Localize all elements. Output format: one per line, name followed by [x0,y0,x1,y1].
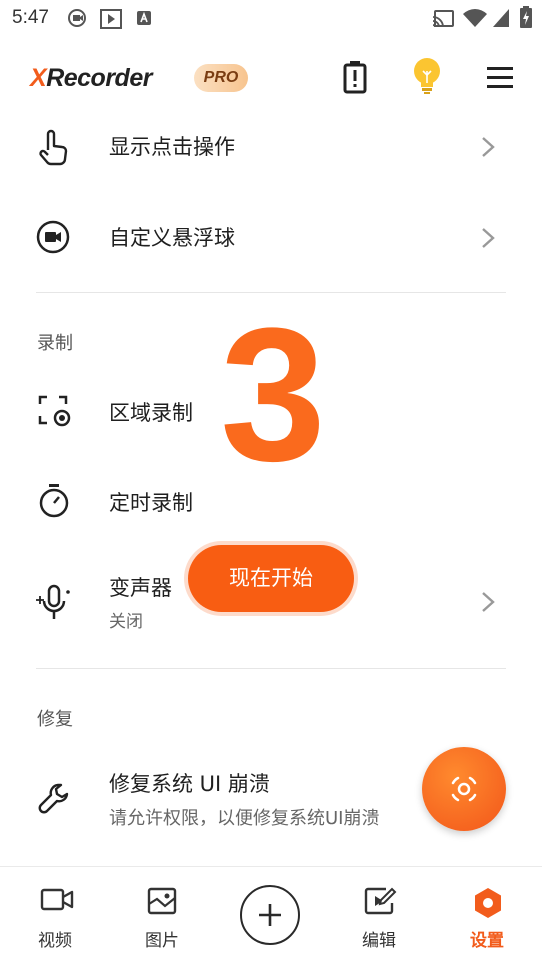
nav-settings-label: 设置 [470,931,504,951]
status-bar: 5:47 [0,0,542,36]
repair-ui-description: 请允许权限，以便修复系统UI崩溃 [109,808,380,829]
nav-videos-label: 视频 [38,931,72,951]
lightbulb-icon[interactable] [411,57,443,97]
nav-edit[interactable]: 编辑 [334,867,424,963]
nav-settings[interactable]: 设置 [442,867,532,963]
record-target-icon [451,776,477,802]
image-icon [147,887,177,915]
setting-show-touches[interactable]: 显示点击操作 [0,118,542,178]
area-record-icon [38,395,71,427]
start-now-button[interactable]: 现在开始 [188,545,354,612]
video-camera-icon [40,888,74,911]
nav-images[interactable]: 图片 [117,867,207,963]
battery-alert-icon[interactable] [343,60,367,94]
voice-changer-status: 关闭 [109,612,143,632]
app-notification-icon [137,11,151,25]
floating-record-ball[interactable] [422,747,506,831]
screen-cast-status-icon [100,9,122,29]
floating-ball-label: 自定义悬浮球 [109,226,235,250]
divider [36,668,506,669]
record-ball-icon [36,220,70,254]
menu-icon[interactable] [487,67,513,89]
chevron-right-icon [482,137,495,157]
record-section-title: 录制 [37,333,73,354]
new-recording-button[interactable] [240,885,300,945]
chevron-right-icon [482,592,495,612]
nav-videos[interactable]: 视频 [10,867,100,963]
microphone-sparkle-icon [36,584,70,619]
repair-ui-label: 修复系统 UI 崩溃 [109,772,270,796]
countdown-number: 3 [220,289,326,501]
touch-hand-icon [39,129,68,166]
status-time: 5:47 [12,7,49,28]
nav-edit-label: 编辑 [362,931,396,951]
cell-signal-icon [493,9,509,27]
app-header: XRecorder PRO [0,40,542,118]
timed-record-label: 定时录制 [109,491,193,515]
setting-floating-ball[interactable]: 自定义悬浮球 [0,206,542,266]
wrench-icon [38,783,69,814]
chevron-right-icon [482,228,495,248]
settings-hexagon-icon [475,888,501,918]
cast-icon [432,10,454,27]
bottom-navigation: 视频 图片 编辑 设置 [0,866,542,963]
voice-changer-label: 变声器 [109,576,172,600]
app-logo: XRecorder [30,64,152,92]
repair-section-title: 修复 [37,709,73,730]
nav-images-label: 图片 [145,931,179,951]
battery-charging-icon [520,6,532,28]
stopwatch-icon [39,484,69,518]
show-touches-label: 显示点击操作 [109,135,235,159]
wifi-icon [463,9,487,27]
screen-record-status-icon [68,9,86,27]
edit-video-icon [364,887,397,915]
area-record-label: 区域录制 [109,401,193,425]
plus-icon [259,904,281,926]
pro-badge[interactable]: PRO [194,64,248,92]
